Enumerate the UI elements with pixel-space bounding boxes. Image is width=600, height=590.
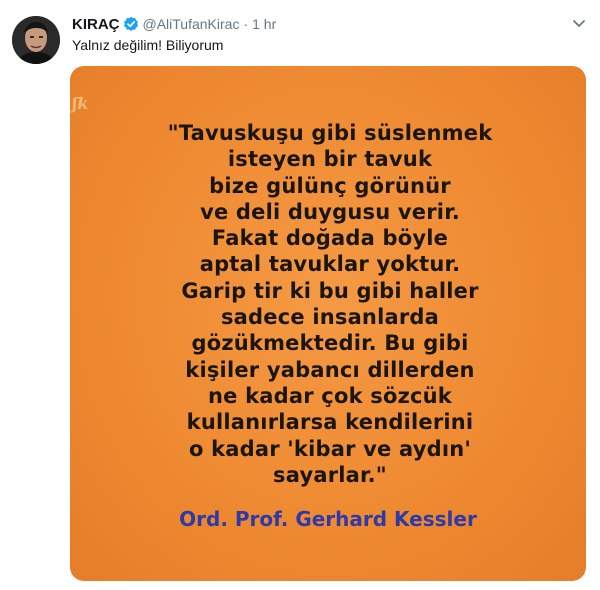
tweet: KIRAÇ @AliTufanKirac · 1 hr Yalnız değil… (0, 0, 600, 590)
quote-line: isteyen bir tavuk (227, 147, 433, 172)
quote-line: ne kadar çok sözcük (208, 383, 452, 408)
tweet-text: Yalnız değilim! Biliyorum (72, 37, 224, 53)
tweet-media-image[interactable]: ʃk "Tavuskuşu gibi süslenmek isteyen bir… (70, 66, 586, 581)
quote-author: Ord. Prof. Gerhard Kessler (179, 507, 477, 531)
chevron-down-icon[interactable] (570, 14, 588, 32)
quote-line: ve deli duygusu verir. (200, 199, 460, 224)
separator-dot: · (243, 16, 249, 32)
quote-line: Garip tir ki bu gibi haller (181, 278, 479, 303)
quote-line: kişiler yabancı dillerden (185, 357, 475, 382)
quote-line: kullanırlarsa kendilerini (186, 410, 474, 435)
quote-line: "Tavuskuşu gibi süslenmek (167, 121, 493, 145)
verified-badge-icon (123, 16, 139, 32)
display-name[interactable]: KIRAÇ (72, 16, 120, 33)
tweet-header: KIRAÇ @AliTufanKirac · 1 hr (72, 14, 276, 34)
quote-line: gözükmektedir. Bu gibi (191, 331, 469, 356)
quote-line: bize gülünç görünür (209, 173, 451, 198)
quote-line: aptal tavuklar yoktur. (199, 252, 461, 277)
quote-line: o kadar 'kibar ve aydın' (188, 436, 472, 461)
quote-line: sayarlar." (273, 462, 387, 487)
quote-line: sadece insanlarda (220, 305, 440, 330)
quote-line: Fakat doğada böyle (211, 226, 449, 251)
timestamp[interactable]: 1 hr (252, 16, 276, 32)
avatar[interactable] (12, 16, 60, 64)
watermark: ʃk (72, 94, 89, 113)
quote-text: "Tavuskuşu gibi süslenmek isteyen bir ta… (130, 120, 530, 488)
handle[interactable]: @AliTufanKirac (143, 16, 240, 32)
